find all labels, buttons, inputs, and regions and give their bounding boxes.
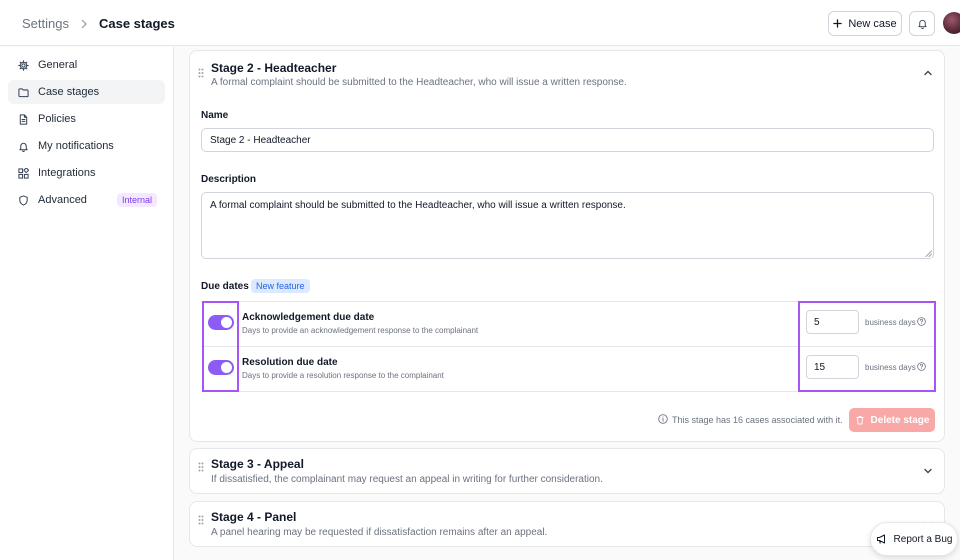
days-unit-label: business days — [865, 363, 916, 372]
due-date-row-resolution: Resolution due date Days to provide a re… — [201, 347, 934, 392]
days-unit-label: business days — [865, 318, 916, 327]
breadcrumb: Settings Case stages — [22, 16, 175, 31]
avatar[interactable] — [943, 12, 960, 34]
acknowledgement-days-input[interactable] — [806, 310, 859, 334]
gear-icon — [18, 59, 29, 71]
sidebar-item-label: My notifications — [38, 140, 114, 152]
due-date-title: Resolution due date — [242, 357, 338, 368]
internal-badge: Internal — [116, 193, 157, 207]
trash-icon — [856, 416, 864, 425]
top-header: Settings Case stages New case — [0, 0, 960, 46]
sidebar-item-label: General — [38, 59, 78, 71]
toggle-knob — [221, 362, 232, 373]
due-date-title: Acknowledgement due date — [242, 312, 375, 323]
sidebar-item-label: Advanced — [38, 194, 87, 206]
name-input[interactable] — [201, 128, 934, 152]
sidebar-item-advanced[interactable]: Advanced Internal — [8, 188, 165, 212]
megaphone-icon — [876, 534, 885, 544]
drag-handle-icon[interactable] — [198, 515, 204, 525]
sidebar-item-general[interactable]: General — [8, 53, 165, 77]
sidebar-item-policies[interactable]: Policies — [8, 107, 165, 131]
new-case-button[interactable]: New case — [828, 11, 902, 36]
bell-icon — [917, 19, 927, 29]
report-bug-label: Report a Bug — [893, 533, 953, 545]
sidebar-item-label: Integrations — [38, 167, 96, 179]
report-bug-button[interactable]: Report a Bug — [870, 522, 958, 556]
sidebar-item-label: Case stages — [38, 86, 100, 98]
due-date-subtitle: Days to provide an acknowledgement respo… — [242, 326, 479, 335]
notifications-button[interactable] — [909, 11, 935, 36]
sidebar-item-label: Policies — [38, 113, 76, 125]
help-icon[interactable] — [917, 362, 926, 371]
chevron-down-icon[interactable] — [922, 465, 934, 477]
stage-description: If dissatisfied, the complainant may req… — [211, 474, 603, 485]
stage-card-collapsed[interactable]: Stage 3 - Appeal If dissatisfied, the co… — [189, 448, 945, 494]
info-icon — [658, 414, 668, 424]
folder-icon — [18, 87, 29, 97]
cases-associated-info: This stage has 16 cases associated with … — [672, 415, 843, 425]
delete-stage-label: Delete stage — [870, 414, 930, 426]
new-feature-badge: New feature — [251, 279, 310, 293]
chevron-right-icon — [81, 19, 87, 28]
bell-icon — [19, 142, 28, 152]
main-content: Stage 2 - Headteacher A formal complaint… — [175, 47, 960, 560]
description-label: Description — [201, 174, 257, 185]
due-date-row-acknowledgement: Acknowledgement due date Days to provide… — [201, 302, 934, 347]
document-icon — [19, 113, 28, 125]
drag-handle-icon[interactable] — [198, 462, 204, 472]
stage-card-collapsed[interactable]: Stage 4 - Panel A panel hearing may be r… — [189, 501, 945, 547]
resolution-days-input[interactable] — [806, 355, 859, 379]
stage-title: Stage 3 - Appeal — [211, 457, 304, 471]
resize-grip-icon[interactable] — [925, 250, 932, 257]
integrations-icon — [18, 167, 29, 179]
sidebar-item-integrations[interactable]: Integrations — [8, 161, 165, 185]
sidebar: General Case stages Policies My notifica… — [0, 47, 174, 560]
due-dates-table: Acknowledgement due date Days to provide… — [201, 301, 934, 392]
help-icon[interactable] — [917, 317, 926, 326]
due-dates-label: Due dates — [201, 281, 249, 292]
sidebar-item-case-stages[interactable]: Case stages — [8, 80, 165, 104]
shield-icon — [19, 194, 28, 206]
name-label: Name — [201, 110, 229, 121]
plus-icon — [833, 19, 843, 28]
acknowledgement-toggle[interactable] — [208, 315, 234, 330]
breadcrumb-settings[interactable]: Settings — [22, 16, 69, 31]
page-title: Case stages — [98, 16, 175, 31]
chevron-up-icon[interactable] — [922, 67, 934, 79]
drag-handle-icon[interactable] — [198, 68, 204, 78]
resolution-toggle[interactable] — [208, 360, 234, 375]
stage-description: A panel hearing may be requested if diss… — [211, 527, 548, 538]
toggle-knob — [221, 317, 232, 328]
stage-title: Stage 4 - Panel — [211, 510, 297, 524]
stage-card-expanded: Stage 2 - Headteacher A formal complaint… — [189, 50, 945, 442]
description-textarea[interactable]: A formal complaint should be submitted t… — [201, 192, 934, 259]
new-case-label: New case — [848, 17, 897, 30]
delete-stage-button[interactable]: Delete stage — [849, 408, 935, 432]
sidebar-item-my-notifications[interactable]: My notifications — [8, 134, 165, 158]
stage-description: A formal complaint should be submitted t… — [211, 77, 627, 88]
stage-title[interactable]: Stage 2 - Headteacher — [211, 61, 336, 75]
due-date-subtitle: Days to provide a resolution response to… — [242, 371, 444, 380]
